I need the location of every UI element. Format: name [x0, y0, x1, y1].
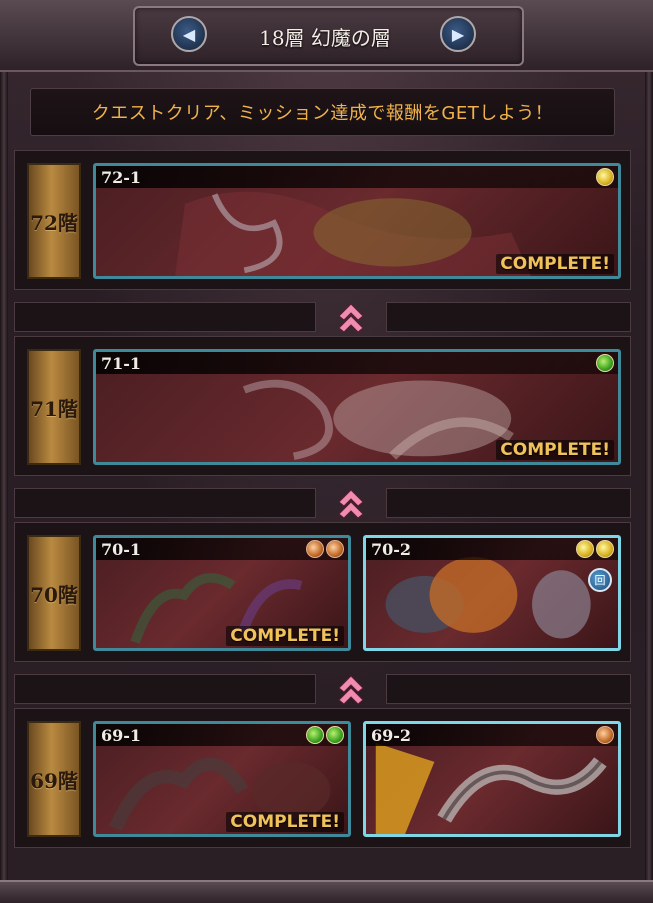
complete-label: COMPLETE! — [226, 626, 344, 646]
right-frame-edge — [645, 0, 653, 901]
quest-card-71-1[interactable]: 71-1 COMPLETE! — [93, 349, 621, 465]
quest-id: 70-2 — [371, 540, 412, 559]
card-header: 70-1 — [96, 538, 348, 560]
fire-element-icon — [326, 540, 344, 558]
floor-row-71: 71階 71-1 COMPLETE! — [14, 336, 631, 476]
element-icons — [596, 354, 614, 372]
chevron-up-icon — [338, 489, 364, 519]
element-icons — [576, 540, 614, 558]
complete-label: COMPLETE! — [496, 440, 614, 460]
light-element-icon — [596, 168, 614, 186]
floor-connector — [14, 480, 631, 524]
card-header: 69-1 — [96, 724, 348, 746]
recovery-badge-icon: 回 — [588, 568, 612, 592]
quest-id: 71-1 — [101, 354, 142, 373]
arrow-left-icon: ◀ — [182, 24, 196, 44]
element-icons — [596, 168, 614, 186]
quest-card-72-1[interactable]: 72-1 COMPLETE! — [93, 163, 621, 279]
footer-frame — [0, 880, 653, 903]
prev-layer-button[interactable]: ◀ — [171, 16, 207, 52]
element-icons — [306, 726, 344, 744]
element-icons — [596, 726, 614, 744]
light-element-icon — [576, 540, 594, 558]
fire-element-icon — [596, 726, 614, 744]
arrow-right-icon: ▶ — [451, 24, 465, 44]
next-layer-button[interactable]: ▶ — [440, 16, 476, 52]
floor-connector — [14, 666, 631, 710]
quest-id: 72-1 — [101, 168, 142, 187]
quest-card-69-1[interactable]: 69-1 COMPLETE! — [93, 721, 351, 837]
card-header: 71-1 — [96, 352, 618, 374]
floor-label: 72階 — [27, 163, 81, 279]
element-icons — [306, 540, 344, 558]
floor-label: 71階 — [27, 349, 81, 465]
quest-card-69-2[interactable]: 69-2 — [363, 721, 621, 837]
floor-connector — [14, 294, 631, 338]
quest-card-70-1[interactable]: 70-1 COMPLETE! — [93, 535, 351, 651]
card-header: 72-1 — [96, 166, 618, 188]
floor-row-69: 69階 69-1 COMPLETE! 69-2 — [14, 708, 631, 848]
complete-label: COMPLETE! — [226, 812, 344, 832]
floor-row-70: 70階 70-1 COMPLETE! 70-2 回 — [14, 522, 631, 662]
layer-title: 18層 幻魔の層 — [259, 26, 391, 50]
left-frame-edge — [0, 0, 8, 901]
wind-element-icon — [326, 726, 344, 744]
reward-banner: クエストクリア、ミッション達成で報酬をGETしよう！ — [30, 88, 615, 136]
light-element-icon — [596, 540, 614, 558]
header-bar: ◀ 18層 幻魔の層 ▶ — [0, 0, 653, 72]
wind-element-icon — [596, 354, 614, 372]
quest-id: 69-1 — [101, 726, 142, 745]
card-header: 70-2 — [366, 538, 618, 560]
quest-id: 70-1 — [101, 540, 142, 559]
chevron-up-icon — [338, 303, 364, 333]
quest-card-70-2[interactable]: 70-2 回 — [363, 535, 621, 651]
wind-element-icon — [306, 726, 324, 744]
floor-row-72: 72階 72-1 COMPLETE! — [14, 150, 631, 290]
complete-label: COMPLETE! — [496, 254, 614, 274]
floor-label: 69階 — [27, 721, 81, 837]
quest-id: 69-2 — [371, 726, 412, 745]
fire-element-icon — [306, 540, 324, 558]
floor-label: 70階 — [27, 535, 81, 651]
chevron-up-icon — [338, 675, 364, 705]
card-header: 69-2 — [366, 724, 618, 746]
